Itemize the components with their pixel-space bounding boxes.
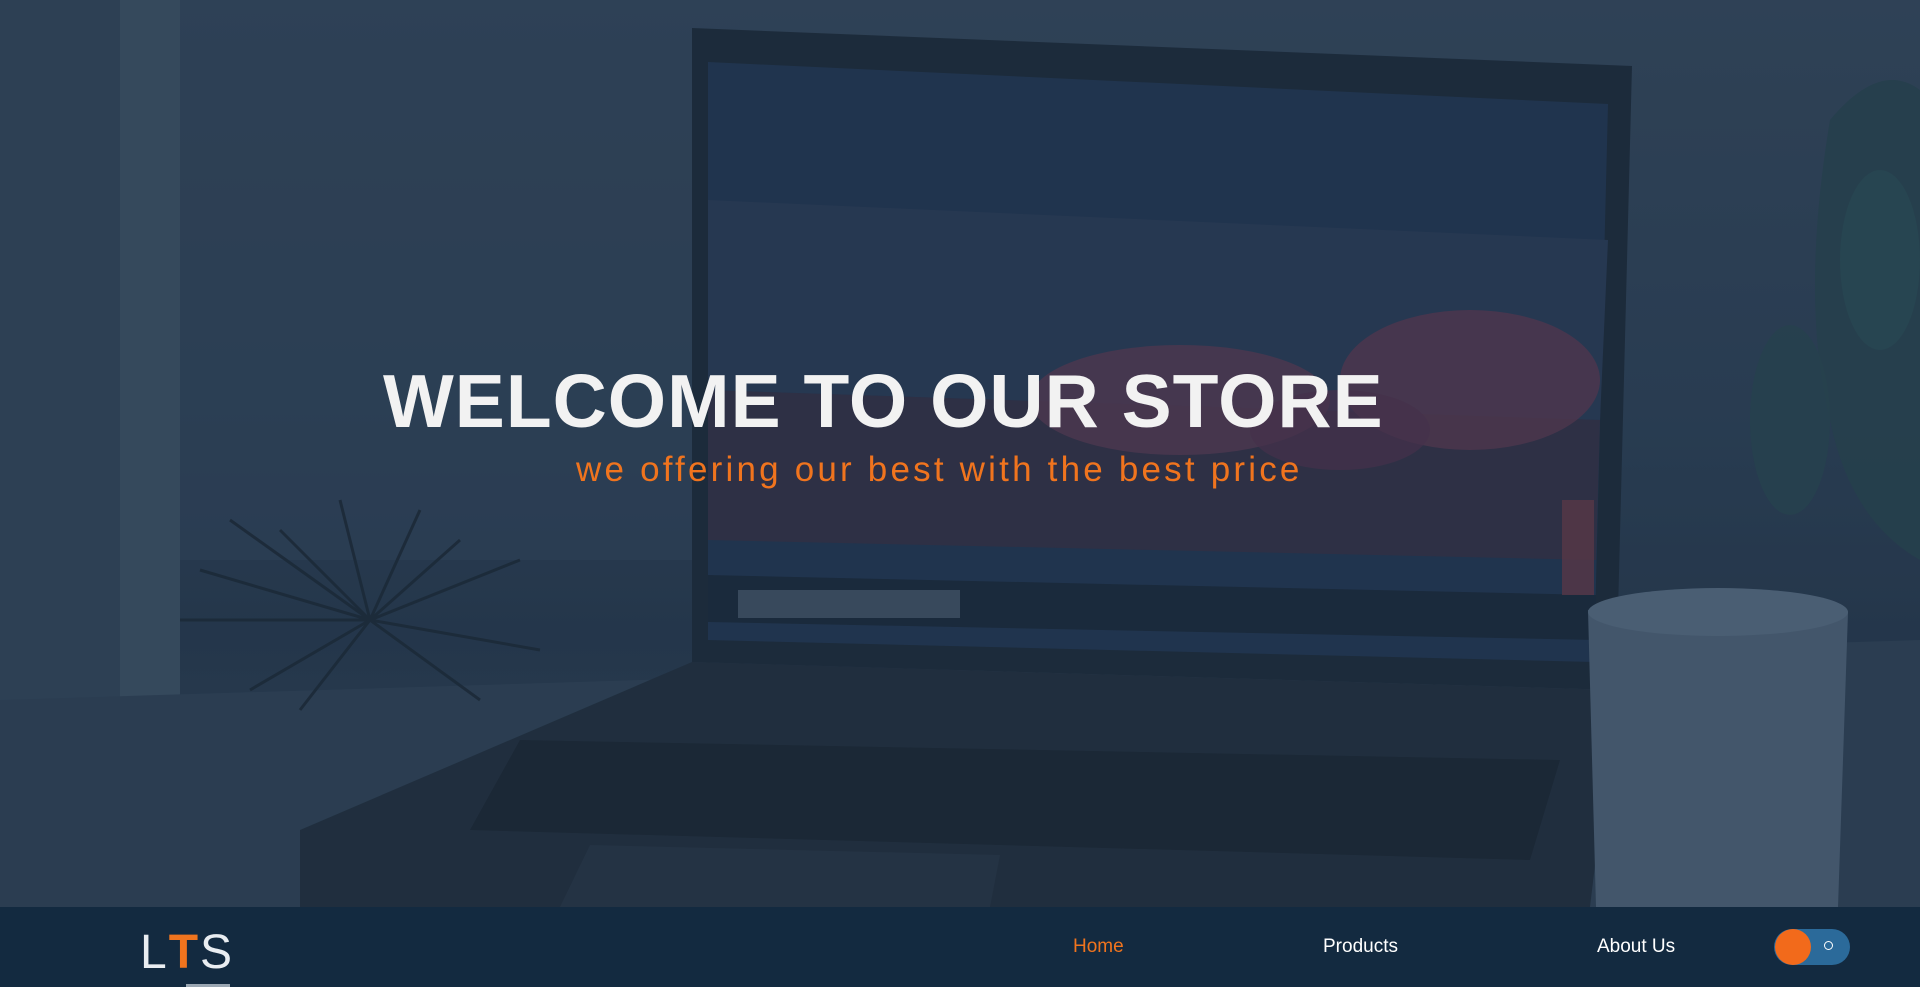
toggle-knob: [1775, 929, 1811, 965]
hero-section: WELCOME TO OUR STORE we offering our bes…: [0, 0, 1920, 907]
nav-link-home[interactable]: Home: [1073, 935, 1124, 959]
page: WELCOME TO OUR STORE we offering our bes…: [0, 0, 1920, 987]
logo[interactable]: LTS: [140, 925, 234, 981]
hero-title: WELCOME TO OUR STORE: [383, 359, 1384, 443]
navbar: LTS Home Products About Us: [0, 907, 1920, 987]
logo-letter-l: L: [140, 926, 169, 979]
moon-circle-icon: [1824, 941, 1833, 950]
hero-subtitle: we offering our best with the best price: [576, 450, 1303, 489]
nav-link-products[interactable]: Products: [1323, 935, 1398, 959]
logo-letter-s: S: [200, 926, 235, 979]
logo-letter-t: T: [168, 926, 201, 979]
nav-link-about-us[interactable]: About Us: [1597, 935, 1675, 959]
theme-toggle[interactable]: [1774, 929, 1850, 965]
